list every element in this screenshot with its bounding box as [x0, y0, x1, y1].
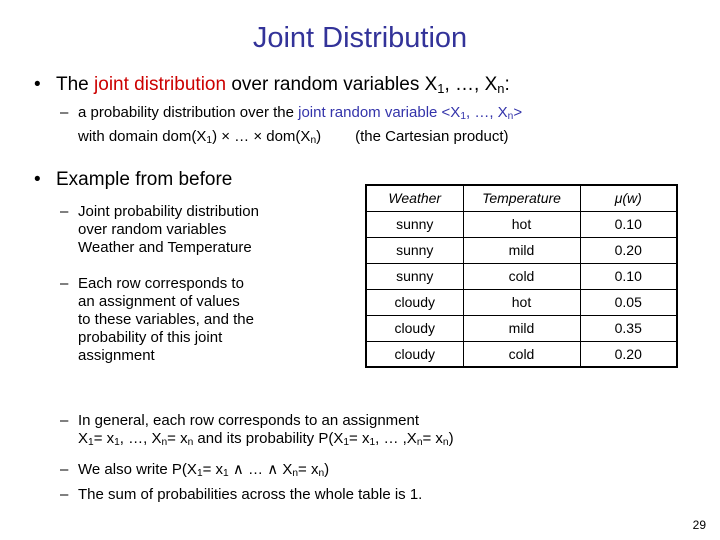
subbullet-text-pre: a probability distribution over the — [78, 104, 299, 121]
subbullet-highlight-c: > — [513, 104, 523, 121]
bullet-text-post-b: , …, X — [444, 74, 498, 95]
subbullet-joint-prob-dist: – Joint probability distribution over ra… — [60, 203, 360, 257]
bullet-text-post-c: : — [504, 74, 510, 95]
line-2: over random variables — [78, 221, 227, 238]
cell-temperature: hot — [462, 288, 581, 316]
cell-temperature: hot — [462, 210, 581, 238]
table-row: cloudy mild 0.35 — [365, 314, 678, 342]
cell-probability: 0.35 — [579, 314, 678, 342]
cell-temperature: mild — [462, 236, 581, 264]
formula-part-a: X — [78, 430, 89, 447]
cell-probability: 0.05 — [579, 288, 678, 316]
page-title: Joint Distribution — [252, 22, 468, 54]
cell-weather: cloudy — [365, 288, 464, 316]
formula-part-d: = x — [167, 430, 188, 447]
line-2: X1= x1, …, Xn= xn and its probability P(… — [78, 430, 454, 448]
cell-probability: 0.10 — [579, 262, 678, 290]
cell-weather: cloudy — [365, 340, 464, 368]
column-header-temperature: Temperature — [462, 184, 581, 212]
cell-probability: 0.20 — [579, 340, 678, 368]
subbullet-in-general: – In general, each row corresponds to an… — [60, 412, 680, 448]
subbullet-marker: – — [60, 486, 69, 503]
formula-mid-a: = x — [202, 461, 224, 478]
subbullet-highlight-b: , …, X — [465, 104, 508, 121]
subbullet-each-row: – Each row corresponds to an assignment … — [60, 275, 360, 365]
formula-mid-c: = x — [298, 461, 319, 478]
column-header-weather: Weather — [365, 184, 464, 212]
formula-part-f: = x — [349, 430, 370, 447]
cell-probability: 0.10 — [579, 210, 678, 238]
cell-weather: cloudy — [365, 314, 464, 342]
bullet-text-post-a: over random variables X — [226, 74, 438, 95]
domain-text-post: ) — [316, 128, 322, 145]
bullet-joint-distribution: • The joint distribution over random vari… — [34, 73, 510, 96]
subbullet-highlight-a: joint random variable <X — [298, 104, 461, 121]
cell-weather: sunny — [365, 262, 464, 290]
line-3: Weather and Temperature — [78, 239, 252, 256]
line-5: assignment — [78, 347, 155, 364]
subbullet-text: The sum of probabilities across the whol… — [78, 486, 423, 503]
subbullet-body: Each row corresponds to an assignment of… — [78, 275, 254, 365]
subbullet-we-also-write: – We also write P(X1= x1 ∧ … ∧ Xn= xn) — [60, 461, 329, 479]
formula-part-b: = x — [93, 430, 115, 447]
formula-mid-b: ∧ … ∧ X — [228, 461, 293, 478]
subbullet-marker: – — [60, 104, 69, 121]
formula-post: ) — [324, 461, 330, 478]
domain-text-mid: ) × … × dom(X — [212, 128, 311, 145]
formula-part-c: , …, X — [119, 430, 162, 447]
subbullet-sum-of-probabilities: – The sum of probabilities across the who… — [60, 486, 422, 504]
table-row: sunny cold 0.10 — [365, 262, 678, 290]
cell-temperature: cold — [462, 262, 581, 290]
formula-part-h: = x — [422, 430, 443, 447]
bullet-marker: • — [34, 74, 41, 95]
line-4: probability of this joint — [78, 329, 223, 346]
line-1: Each row corresponds to — [78, 275, 244, 292]
page-number: 29 — [692, 518, 706, 532]
cell-temperature: cold — [462, 340, 581, 368]
bullet-example-from-before: • Example from before — [34, 168, 232, 191]
cell-weather: sunny — [365, 236, 464, 264]
column-header-probability: μ(w) — [579, 184, 678, 212]
bullet-text-highlight: joint distribution — [94, 74, 227, 95]
table-row: cloudy cold 0.20 — [365, 340, 678, 368]
formula-part-i: ) — [448, 430, 454, 447]
table-row: sunny hot 0.10 — [365, 210, 678, 238]
line-2: an assignment of values — [78, 293, 240, 310]
bullet-marker: • — [34, 169, 41, 190]
line-1: In general, each row corresponds to an a… — [78, 412, 420, 429]
cell-temperature: mild — [462, 314, 581, 342]
cell-probability: 0.20 — [579, 236, 678, 264]
bullet-text: Example from before — [56, 169, 233, 190]
joint-distribution-table: Weather Temperature μ(w) sunny hot 0.10 … — [365, 184, 678, 368]
subbullet-marker: – — [60, 412, 69, 429]
slide-canvas: Joint Distribution • The joint distributi… — [0, 0, 720, 540]
table-row: cloudy hot 0.05 — [365, 288, 678, 316]
cartesian-product-note: (the Cartesian product) — [355, 128, 509, 145]
subbullet-probability-distribution: – a probability distribution over the joi… — [60, 104, 522, 122]
subbullet-body: Joint probability distribution over rand… — [78, 203, 259, 257]
table-row: sunny mild 0.20 — [365, 236, 678, 264]
formula-part-g: , … ,X — [375, 430, 417, 447]
line-1: Joint probability distribution — [78, 203, 259, 220]
subbullet-body: In general, each row corresponds to an a… — [78, 412, 454, 448]
bullet-text-pre: The — [56, 74, 95, 95]
subbullet-with-domain: with domain dom(X1) × … × dom(Xn) (the Ca… — [60, 128, 509, 146]
line-3: to these variables, and the — [78, 311, 254, 328]
formula-part-e: and its probability P(X — [193, 430, 344, 447]
subbullet-marker: – — [60, 461, 69, 478]
domain-text-pre: with domain dom(X — [78, 128, 207, 145]
subbullet-marker: – — [60, 275, 69, 292]
subbullet-marker: – — [60, 203, 69, 220]
formula-pre: We also write P(X — [78, 461, 197, 478]
table-header-row: Weather Temperature μ(w) — [365, 184, 678, 212]
cell-weather: sunny — [365, 210, 464, 238]
